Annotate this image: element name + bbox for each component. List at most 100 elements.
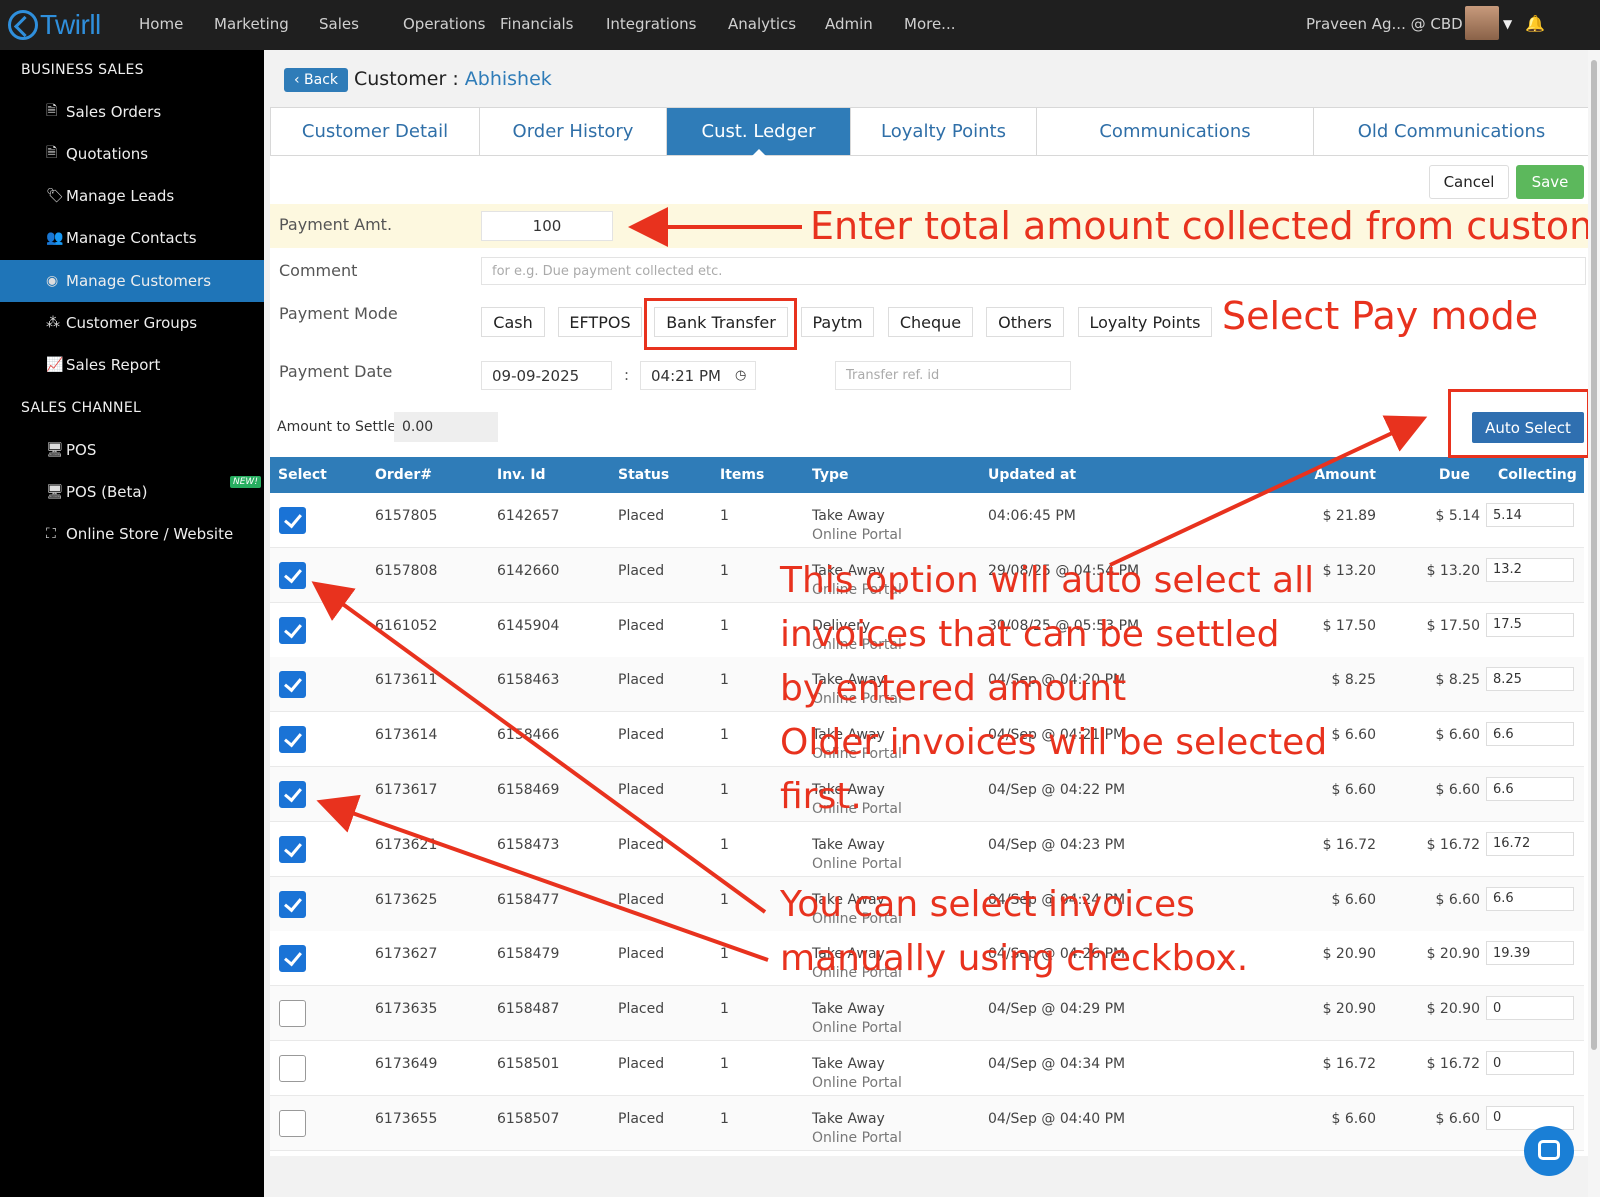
select-checkbox[interactable] xyxy=(279,671,306,699)
sidebar-item-label: Sales Orders xyxy=(66,103,162,121)
cell-status: Placed xyxy=(618,617,665,634)
collecting-input[interactable]: 6.6 xyxy=(1486,886,1574,911)
highlight-bank-transfer xyxy=(644,298,797,350)
pay-mode-cash[interactable]: Cash xyxy=(481,307,545,337)
select-checkbox[interactable] xyxy=(279,561,306,589)
select-checkbox[interactable] xyxy=(279,1055,306,1082)
invoice-table-header: Select Order# Inv. Id Status Items Type … xyxy=(270,457,1584,493)
collecting-input[interactable]: 0 xyxy=(1486,1105,1574,1130)
select-checkbox[interactable] xyxy=(279,1000,306,1028)
cell-amount: $ 16.72 xyxy=(1322,836,1376,853)
tab-cust-ledger[interactable]: Cust. Ledger xyxy=(667,108,851,156)
cell-type: Take Away xyxy=(812,1056,885,1072)
sidebar-item-manage-contacts[interactable]: 👥 Manage Contacts xyxy=(0,218,264,258)
collecting-input[interactable]: 6.6 xyxy=(1486,777,1574,801)
tab-old-communications[interactable]: Old Communications xyxy=(1314,108,1589,155)
user-name[interactable]: Praveen Ag... @ CBD xyxy=(1306,15,1463,33)
sidebar-item-manage-customers[interactable]: ◉ Manage Customers xyxy=(0,260,264,302)
select-checkbox[interactable] xyxy=(279,945,306,973)
sidebar-item-pos[interactable]: 🖥 POS xyxy=(0,430,264,470)
chevron-down-icon[interactable]: ▼ xyxy=(1503,17,1512,31)
th-collecting: Collecting xyxy=(1498,467,1577,483)
cell-order: 6161052 xyxy=(375,617,438,634)
cell-due: $ 5.14 xyxy=(1435,508,1480,524)
nav-admin[interactable]: Admin xyxy=(825,15,873,33)
tab-communications[interactable]: Communications xyxy=(1037,108,1314,155)
bell-icon[interactable]: 🔔 xyxy=(1525,14,1545,33)
nav-operations[interactable]: Operations xyxy=(403,15,485,33)
nav-marketing[interactable]: Marketing xyxy=(214,15,289,33)
nav-analytics[interactable]: Analytics xyxy=(728,15,796,33)
sidebar-item-quotations[interactable]: 🗎 Quotations xyxy=(0,134,264,174)
th-order: Order# xyxy=(375,467,432,483)
cell-type: Take Away xyxy=(812,836,885,853)
payment-amount-input[interactable]: 100 xyxy=(481,211,613,241)
collecting-input[interactable]: 8.25 xyxy=(1486,667,1574,692)
sidebar-item-pos-beta[interactable]: 🖥 POS (Beta) xyxy=(0,472,264,512)
th-status: Status xyxy=(618,467,670,483)
cancel-button[interactable]: Cancel xyxy=(1429,165,1509,199)
select-checkbox[interactable] xyxy=(279,507,306,534)
tab-customer-detail[interactable]: Customer Detail xyxy=(271,108,480,155)
customer-name[interactable]: Abhishek xyxy=(465,68,552,90)
chat-bubble-icon[interactable] xyxy=(1524,1126,1574,1176)
cell-updated-at: 04/Sep @ 04:40 PM xyxy=(988,1110,1126,1127)
sidebar-item-online-store[interactable]: ⛶ Online Store / Website xyxy=(0,514,264,554)
select-checkbox[interactable] xyxy=(279,835,306,863)
nav-home[interactable]: Home xyxy=(139,15,183,33)
transfer-ref-input[interactable]: Transfer ref. id xyxy=(835,361,1071,390)
cell-due: $ 6.60 xyxy=(1435,782,1480,798)
collecting-input[interactable]: 17.5 xyxy=(1486,612,1574,637)
nav-integrations[interactable]: Integrations xyxy=(606,15,696,33)
th-select: Select xyxy=(278,467,327,483)
twirll-logo[interactable]: Twirll xyxy=(8,6,101,44)
avatar[interactable] xyxy=(1465,6,1499,40)
cell-due: $ 13.20 xyxy=(1426,562,1480,579)
scrollbar-thumb[interactable] xyxy=(1591,60,1597,1050)
nav-more[interactable]: More... xyxy=(904,15,956,33)
collecting-input[interactable]: 13.2 xyxy=(1486,557,1574,582)
collecting-input[interactable]: 16.72 xyxy=(1486,831,1574,856)
collecting-input[interactable]: 0 xyxy=(1486,996,1574,1021)
pay-mode-loyalty-points[interactable]: Loyalty Points xyxy=(1078,307,1212,337)
cell-inv-id: 6142660 xyxy=(497,562,560,579)
pay-mode-cheque[interactable]: Cheque xyxy=(888,307,973,337)
sidebar-item-sales-orders[interactable]: 🗎 Sales Orders xyxy=(0,92,264,132)
sidebar-item-customer-groups[interactable]: ⁂ Customer Groups xyxy=(0,303,264,343)
collecting-input[interactable]: 0 xyxy=(1486,1051,1574,1075)
comment-input[interactable]: for e.g. Due payment collected etc. xyxy=(481,257,1586,285)
select-checkbox[interactable] xyxy=(279,781,306,808)
cell-updated-at: 04:06:45 PM xyxy=(988,508,1076,524)
cell-status: Placed xyxy=(618,508,665,524)
pay-mode-eftpos[interactable]: EFTPOS xyxy=(558,307,642,337)
sidebar-item-sales-report[interactable]: 📈 Sales Report xyxy=(0,345,264,385)
payment-date-input[interactable]: 09-09-2025 xyxy=(481,361,612,390)
annotation-auto-line5: first. xyxy=(780,776,862,817)
collecting-input[interactable]: 19.39 xyxy=(1486,941,1574,966)
collecting-input[interactable]: 5.14 xyxy=(1486,503,1574,527)
sidebar-item-label: Sales Report xyxy=(66,356,161,374)
cell-due: $ 6.60 xyxy=(1435,727,1480,744)
save-button[interactable]: Save xyxy=(1516,165,1584,199)
page-title: Customer : Abhishek xyxy=(354,68,552,90)
cell-source: Online Portal xyxy=(812,1020,902,1037)
monitor-icon: 🖥 xyxy=(46,442,64,458)
back-button[interactable]: ‹ Back xyxy=(284,68,348,92)
tab-loyalty-points[interactable]: Loyalty Points xyxy=(851,108,1037,155)
sidebar-item-manage-leads[interactable]: 🏷 Manage Leads xyxy=(0,176,264,216)
pay-mode-paytm[interactable]: Paytm xyxy=(801,307,874,337)
select-checkbox[interactable] xyxy=(279,890,306,918)
payment-time-input[interactable]: 04:21 PM ◷ xyxy=(640,361,756,390)
cell-items: 1 xyxy=(720,562,729,579)
logo-text: Twirll xyxy=(40,9,101,40)
sidebar-item-label: Customer Groups xyxy=(66,314,198,332)
nav-sales[interactable]: Sales xyxy=(319,15,359,33)
select-checkbox[interactable] xyxy=(279,616,306,644)
tab-order-history[interactable]: Order History xyxy=(480,108,667,155)
cell-inv-id: 6158473 xyxy=(497,836,560,853)
pay-mode-others[interactable]: Others xyxy=(986,307,1064,337)
select-checkbox[interactable] xyxy=(279,1109,306,1137)
nav-financials[interactable]: Financials xyxy=(500,15,574,33)
collecting-input[interactable]: 6.6 xyxy=(1486,722,1574,747)
select-checkbox[interactable] xyxy=(279,726,306,754)
